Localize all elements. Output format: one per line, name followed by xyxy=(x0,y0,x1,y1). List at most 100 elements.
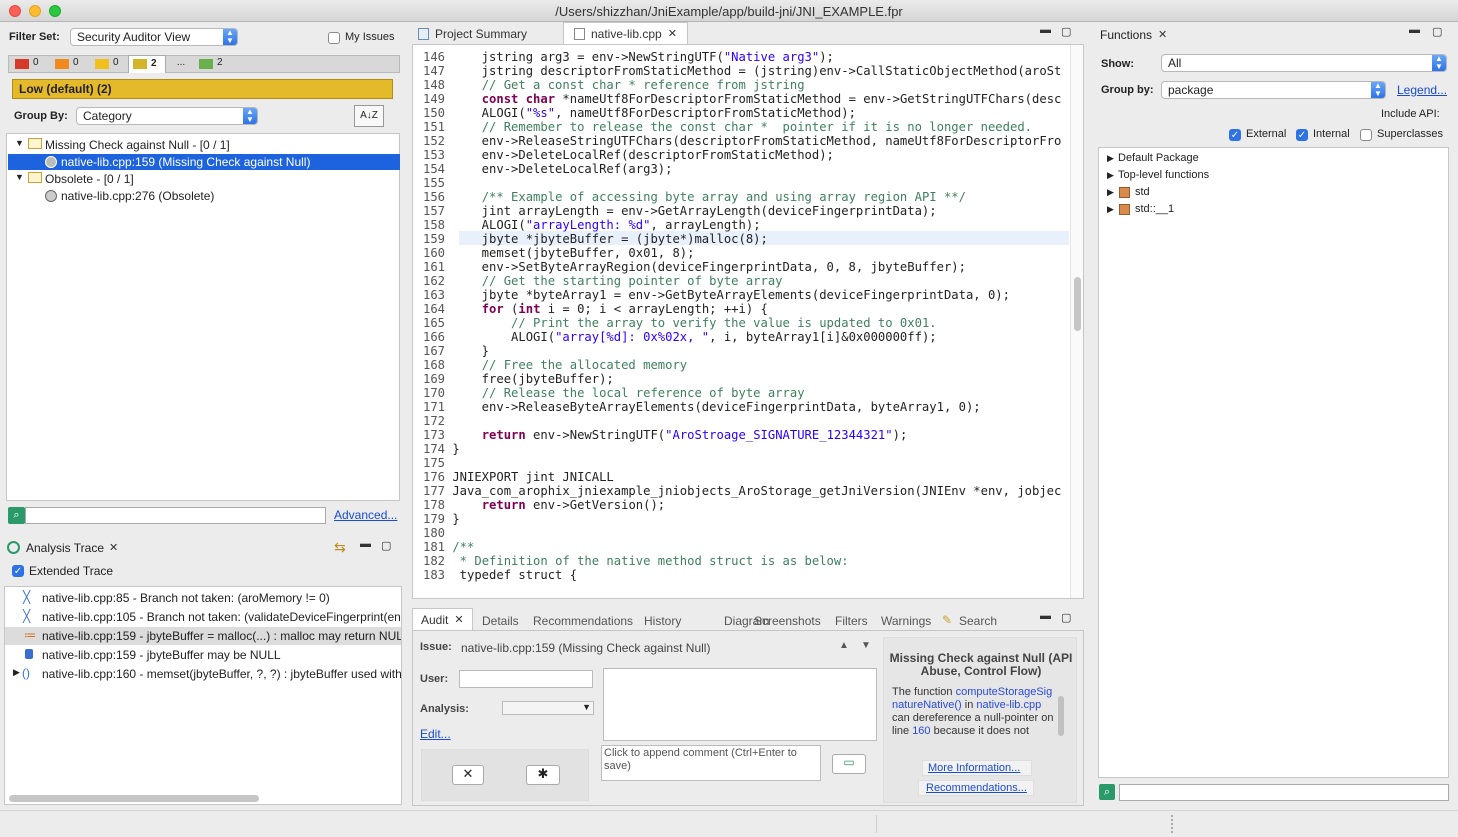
code-line[interactable]: 168 // Free the allocated memory xyxy=(415,358,1061,372)
code-line[interactable]: 183 typedef struct { xyxy=(415,568,1061,582)
code-line[interactable]: 177 Java_com_arophix_jniexample_jniobjec… xyxy=(415,484,1061,498)
user-field[interactable] xyxy=(459,670,593,688)
code-line[interactable]: 160 memset(jbyteBuffer, 0x01, 8); xyxy=(415,246,1061,260)
minimize-icon[interactable]: ▬ xyxy=(1409,24,1420,36)
issues-search-input[interactable] xyxy=(25,507,326,524)
tab-filters[interactable]: Filters xyxy=(835,614,868,628)
code-line[interactable]: 182 * Definition of the native method st… xyxy=(415,554,1061,568)
tab-search[interactable]: Search xyxy=(959,614,997,628)
vertical-scrollbar-track[interactable] xyxy=(1070,45,1083,598)
my-issues-checkbox[interactable] xyxy=(328,32,340,44)
trace-row[interactable]: native-lib.cpp:159 - jbyteBuffer may be … xyxy=(5,646,401,664)
code-line[interactable]: 176 JNIEXPORT jint JNICALL xyxy=(415,470,1061,484)
code-line[interactable]: 153 env->DeleteLocalRef(descriptorFromSt… xyxy=(415,148,1061,162)
code-line[interactable]: 156 /** Example of accessing byte array … xyxy=(415,190,1061,204)
code-line[interactable]: 161 env->SetByteArrayRegion(deviceFinger… xyxy=(415,260,1061,274)
severity-tab-more[interactable]: ... xyxy=(169,57,193,71)
more-info-link[interactable]: More Information... xyxy=(928,762,1020,774)
superclasses-checkbox[interactable] xyxy=(1360,129,1372,141)
collapsed-arrow-icon[interactable]: ▶ xyxy=(13,667,20,678)
code-line[interactable]: 151 // Remember to release the const cha… xyxy=(415,120,1061,134)
tab-warnings[interactable]: Warnings xyxy=(881,614,931,628)
search-icon[interactable]: ⌕ xyxy=(1099,784,1115,800)
file-link[interactable]: native-lib.cpp xyxy=(976,699,1041,711)
sort-order-button[interactable]: A↓Z xyxy=(354,105,384,127)
tab-audit[interactable]: Audit ✕ xyxy=(412,608,473,630)
code-line[interactable]: 148 // Get a const char * reference from… xyxy=(415,78,1061,92)
close-icon[interactable]: ✕ xyxy=(109,541,118,554)
code-line[interactable]: 150 ALOGI("%s", nameUtf8ForDescriptorFro… xyxy=(415,106,1061,120)
next-issue-button[interactable]: ▼ xyxy=(861,640,871,651)
recommendations-link[interactable]: Recommendations... xyxy=(926,782,1027,794)
tab-native-lib-cpp[interactable]: native-lib.cpp ✕ xyxy=(563,22,688,44)
external-checkbox[interactable]: ✓ xyxy=(1229,129,1241,141)
code-line[interactable]: 179 } xyxy=(415,512,1061,526)
functions-search-input[interactable] xyxy=(1119,784,1449,801)
collapsed-arrow-icon[interactable]: ▶ xyxy=(1107,170,1114,181)
internal-checkbox[interactable]: ✓ xyxy=(1296,129,1308,141)
minimize-icon[interactable]: ▬ xyxy=(1040,24,1051,36)
tab-history[interactable]: History xyxy=(644,614,681,628)
expanded-arrow-icon[interactable]: ▼ xyxy=(15,172,24,182)
trace-row[interactable]: ╳ native-lib.cpp:85 - Branch not taken: (… xyxy=(5,589,401,607)
code-line[interactable]: 149 const char *nameUtf8ForDescriptorFro… xyxy=(415,92,1061,106)
code-line[interactable]: 159 jbyte *jbyteBuffer = (jbyte*)malloc(… xyxy=(415,232,1061,246)
tree-node-obsolete[interactable]: ▼ Obsolete - [0 / 1] xyxy=(7,171,399,187)
code-line[interactable]: 158 ALOGI("arrayLength: %d", arrayLength… xyxy=(415,218,1061,232)
trace-row-selected[interactable]: ≔ native-lib.cpp:159 - jbyteBuffer = mall… xyxy=(5,627,401,645)
more-info-button[interactable]: More Information... xyxy=(922,760,1032,776)
close-icon[interactable]: ✕ xyxy=(454,613,463,626)
show-select[interactable]: All ▲ ▼ xyxy=(1161,54,1447,72)
code-line[interactable]: 170 // Release the local reference of by… xyxy=(415,386,1061,400)
tree-node-default-package[interactable]: ▶ Default Package xyxy=(1099,151,1448,167)
code-line[interactable]: 180 xyxy=(415,526,1061,540)
code-line[interactable]: 171 env->ReleaseByteArrayElements(device… xyxy=(415,400,1061,414)
maximize-icon[interactable]: ▢ xyxy=(1432,25,1442,38)
trace-row[interactable]: ▶() native-lib.cpp:160 - memset(jbyteBuff… xyxy=(5,665,401,683)
collapsed-arrow-icon[interactable]: ▶ xyxy=(1107,204,1114,215)
group-by-select[interactable]: Category ▲ ▼ xyxy=(76,107,258,125)
tree-issue-selected[interactable]: native-lib.cpp:159 (Missing Check agains… xyxy=(8,154,400,170)
code-line[interactable]: 154 env->DeleteLocalRef(arg3); xyxy=(415,162,1061,176)
trace-row[interactable]: ╳ native-lib.cpp:105 - Branch not taken: … xyxy=(5,608,401,626)
tree-node-std-1[interactable]: ▶ std::__1 xyxy=(1099,202,1448,218)
recommendations-button[interactable]: Recommendations... xyxy=(918,780,1034,796)
extended-trace-checkbox[interactable]: ✓ xyxy=(12,565,24,577)
file-bug-button[interactable]: ✱ xyxy=(526,765,560,785)
code-line[interactable]: 164 for (int i = 0; i < arrayLength; ++i… xyxy=(415,302,1061,316)
expanded-arrow-icon[interactable]: ▼ xyxy=(15,138,24,148)
comment-input[interactable]: Click to append comment (Ctrl+Enter to s… xyxy=(601,745,821,781)
add-comment-button[interactable]: ▭ xyxy=(832,754,866,774)
code-line[interactable]: 172 xyxy=(415,414,1061,428)
minimize-icon[interactable]: ▬ xyxy=(1040,610,1051,622)
advanced-search-link[interactable]: Advanced... xyxy=(334,508,397,522)
tab-project-summary[interactable]: Project Summary xyxy=(418,27,527,41)
legend-link[interactable]: Legend... xyxy=(1397,83,1447,97)
code-line[interactable]: 178 return env->GetVersion(); xyxy=(415,498,1061,512)
code-line[interactable]: 163 jbyte *byteArray1 = env->GetByteArra… xyxy=(415,288,1061,302)
code-line[interactable]: 162 // Get the starting pointer of byte … xyxy=(415,274,1061,288)
code-line[interactable]: 157 jint arrayLength = env->GetArrayLeng… xyxy=(415,204,1061,218)
tab-recommendations[interactable]: Recommendations xyxy=(533,614,633,628)
link-editor-icon[interactable]: ⇆ xyxy=(334,539,346,556)
severity-tab-hidden[interactable]: 2 xyxy=(195,57,233,71)
vertical-scrollbar-thumb[interactable] xyxy=(1074,277,1081,331)
tree-node-std[interactable]: ▶ std xyxy=(1099,185,1448,201)
line-link[interactable]: 160 xyxy=(912,725,930,737)
code-line[interactable]: 155 xyxy=(415,176,1061,190)
severity-tab-high[interactable]: 0 xyxy=(51,57,89,71)
tab-screenshots[interactable]: Screenshots xyxy=(754,614,821,628)
description-scrollbar[interactable] xyxy=(1058,696,1064,736)
code-line[interactable]: 165 // Print the array to verify the val… xyxy=(415,316,1061,330)
code-line[interactable]: 147 jstring descriptorFromStaticMethod =… xyxy=(415,64,1061,78)
close-icon[interactable]: ✕ xyxy=(1158,28,1167,41)
severity-tab-low[interactable]: 2 xyxy=(128,55,166,73)
horizontal-scrollbar[interactable] xyxy=(9,795,259,802)
code-line[interactable]: 181 /** xyxy=(415,540,1061,554)
tree-node-top-level-functions[interactable]: ▶ Top-level functions xyxy=(1099,168,1448,184)
minimize-icon[interactable]: ▬ xyxy=(360,538,371,550)
analysis-select[interactable]: ▼ xyxy=(502,701,594,715)
group-by-select[interactable]: package ▲ ▼ xyxy=(1161,81,1386,99)
close-icon[interactable]: ✕ xyxy=(668,27,677,40)
tab-details[interactable]: Details xyxy=(482,614,519,628)
